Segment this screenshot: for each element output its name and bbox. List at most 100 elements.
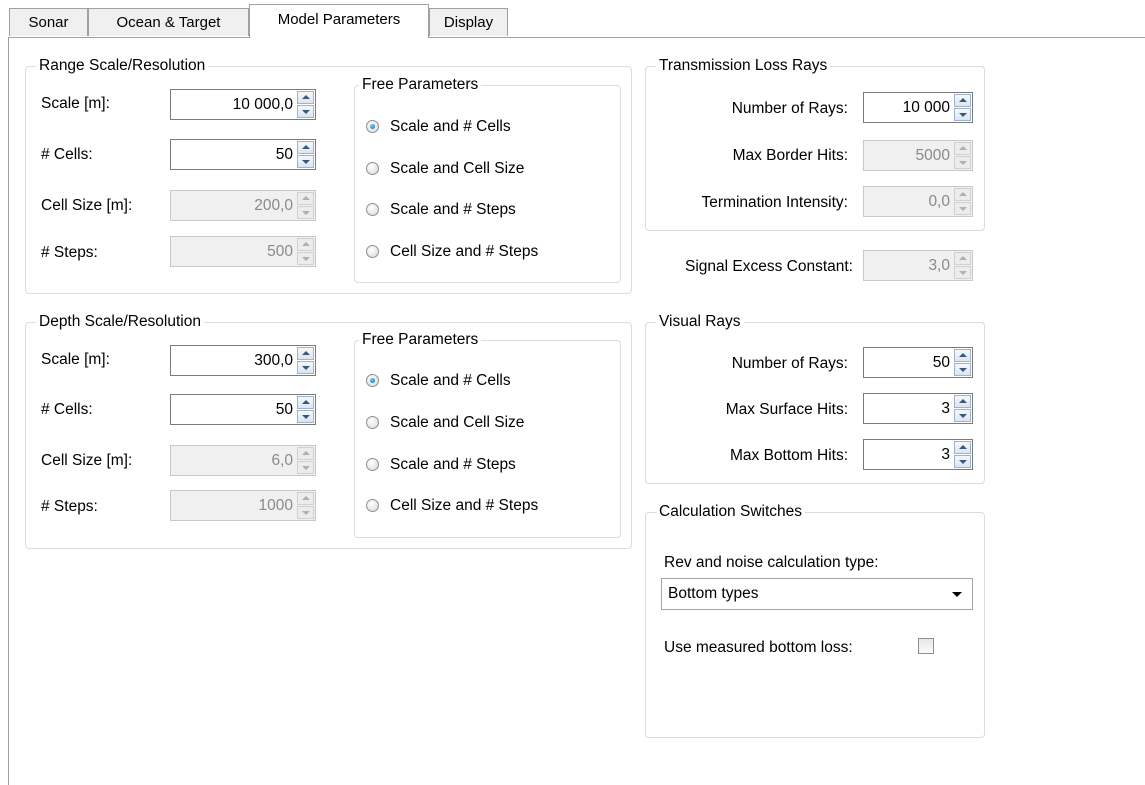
radio-icon[interactable] <box>366 245 379 258</box>
depth-scale-label: Scale [m]: <box>41 351 110 368</box>
spin-up-icon <box>297 492 314 505</box>
depth-steps-value: 1000 <box>258 497 293 514</box>
range-cells-label: # Cells: <box>41 146 93 163</box>
spin-up-icon[interactable] <box>954 349 971 362</box>
calc-switches-group: Calculation Switches <box>645 502 985 738</box>
depth-scale-value[interactable]: 300,0 <box>173 346 295 375</box>
depth-cellsize-spinner: 6,0 <box>170 445 316 476</box>
vr-num-rays-value[interactable]: 50 <box>866 348 952 377</box>
tl-border-hits-label: Max Border Hits: <box>732 147 848 164</box>
signal-excess-value: 3,0 <box>928 257 950 274</box>
visual-rays-title: Visual Rays <box>656 312 744 332</box>
radio-icon[interactable] <box>366 203 379 216</box>
radio-selected-icon[interactable] <box>366 120 379 133</box>
depth-steps-label: # Steps: <box>41 498 98 515</box>
spin-down-icon[interactable] <box>297 105 314 118</box>
tl-termination-label: Termination Intensity: <box>701 194 848 211</box>
spin-down-icon <box>954 156 971 169</box>
spin-up-icon <box>297 447 314 460</box>
spin-down-icon[interactable] <box>297 155 314 168</box>
depth-cellsize-value: 6,0 <box>271 452 293 469</box>
spin-down-icon[interactable] <box>954 409 971 422</box>
signal-excess-spinner: 3,0 <box>863 250 973 281</box>
range-steps-spinner: 500 <box>170 236 316 267</box>
chevron-down-icon[interactable] <box>952 592 962 597</box>
depth-scale-spinner[interactable]: 300,0 <box>170 345 316 376</box>
tl-num-rays-spinner[interactable]: 10 000 <box>863 92 973 123</box>
tl-border-hits-value: 5000 <box>915 147 950 164</box>
range-steps-label: # Steps: <box>41 244 98 261</box>
tl-num-rays-value[interactable]: 10 000 <box>866 93 952 122</box>
depth-cells-spinner[interactable]: 50 <box>170 394 316 425</box>
calc-switches-title: Calculation Switches <box>656 502 806 522</box>
range-cellsize-value: 200,0 <box>254 197 293 214</box>
spin-down-icon <box>297 461 314 474</box>
vr-bottom-value[interactable]: 3 <box>866 440 952 469</box>
spin-up-icon[interactable] <box>297 91 314 104</box>
calc-type-select[interactable]: Bottom types <box>661 578 973 610</box>
spin-up-icon[interactable] <box>954 395 971 408</box>
depth-cellsize-label: Cell Size [m]: <box>41 452 133 469</box>
spin-up-icon <box>954 142 971 155</box>
calc-type-value[interactable]: Bottom types <box>668 579 758 609</box>
vr-surface-spinner[interactable]: 3 <box>863 393 973 424</box>
spin-up-icon <box>954 188 971 201</box>
radio-icon[interactable] <box>366 162 379 175</box>
spin-down-icon[interactable] <box>297 410 314 423</box>
spin-down-icon <box>297 506 314 519</box>
depth-steps-spinner: 1000 <box>170 490 316 521</box>
tl-rays-title: Transmission Loss Rays <box>656 56 831 76</box>
calc-type-label: Rev and noise calculation type: <box>664 554 879 571</box>
radio-icon[interactable] <box>366 416 379 429</box>
tab-ocean-target[interactable]: Ocean & Target <box>88 8 249 36</box>
vr-bottom-spinner[interactable]: 3 <box>863 439 973 470</box>
spin-down-icon[interactable] <box>954 363 971 376</box>
tl-termination-value: 0,0 <box>928 193 950 210</box>
tl-termination-spinner: 0,0 <box>863 186 973 217</box>
spin-down-icon[interactable] <box>954 455 971 468</box>
spin-up-icon[interactable] <box>297 347 314 360</box>
tab-display[interactable]: Display <box>429 8 508 36</box>
tl-num-rays-label: Number of Rays: <box>731 100 848 117</box>
spin-up-icon <box>297 238 314 251</box>
spin-down-icon <box>297 252 314 265</box>
radio-icon[interactable] <box>366 458 379 471</box>
vr-surface-label: Max Surface Hits: <box>725 401 848 418</box>
tl-border-hits-spinner: 5000 <box>863 140 973 171</box>
measured-loss-label: Use measured bottom loss: <box>664 639 853 656</box>
range-scale-label: Scale [m]: <box>41 95 110 112</box>
spin-down-icon[interactable] <box>954 108 971 121</box>
vr-surface-value[interactable]: 3 <box>866 394 952 423</box>
tab-sonar[interactable]: Sonar <box>9 8 88 36</box>
spin-down-icon <box>297 206 314 219</box>
depth-cells-value[interactable]: 50 <box>173 395 295 424</box>
range-group-title: Range Scale/Resolution <box>36 56 209 76</box>
range-scale-value[interactable]: 10 000,0 <box>173 90 295 119</box>
spin-up-icon[interactable] <box>954 94 971 107</box>
spin-down-icon[interactable] <box>297 361 314 374</box>
spin-down-icon <box>954 202 971 215</box>
panel-border <box>8 37 9 785</box>
range-steps-value: 500 <box>267 243 293 260</box>
range-cells-spinner[interactable]: 50 <box>170 139 316 170</box>
spin-up-icon[interactable] <box>954 441 971 454</box>
measured-loss-checkbox[interactable] <box>918 638 934 654</box>
range-scale-spinner[interactable]: 10 000,0 <box>170 89 316 120</box>
spin-up-icon[interactable] <box>297 141 314 154</box>
tab-model-parameters[interactable]: Model Parameters <box>249 4 429 38</box>
range-cellsize-label: Cell Size [m]: <box>41 197 133 214</box>
spin-up-icon <box>297 192 314 205</box>
spin-up-icon[interactable] <box>297 396 314 409</box>
spin-up-icon <box>954 252 971 265</box>
radio-icon[interactable] <box>366 499 379 512</box>
range-cellsize-spinner: 200,0 <box>170 190 316 221</box>
depth-free-params-title: Free Parameters <box>359 330 482 350</box>
spin-down-icon <box>954 266 971 279</box>
range-free-params-title: Free Parameters <box>359 75 482 95</box>
signal-excess-label: Signal Excess Constant: <box>684 258 853 275</box>
radio-selected-icon[interactable] <box>366 374 379 387</box>
vr-num-rays-label: Number of Rays: <box>731 355 848 372</box>
vr-num-rays-spinner[interactable]: 50 <box>863 347 973 378</box>
range-cells-value[interactable]: 50 <box>173 140 295 169</box>
vr-bottom-label: Max Bottom Hits: <box>730 447 848 464</box>
